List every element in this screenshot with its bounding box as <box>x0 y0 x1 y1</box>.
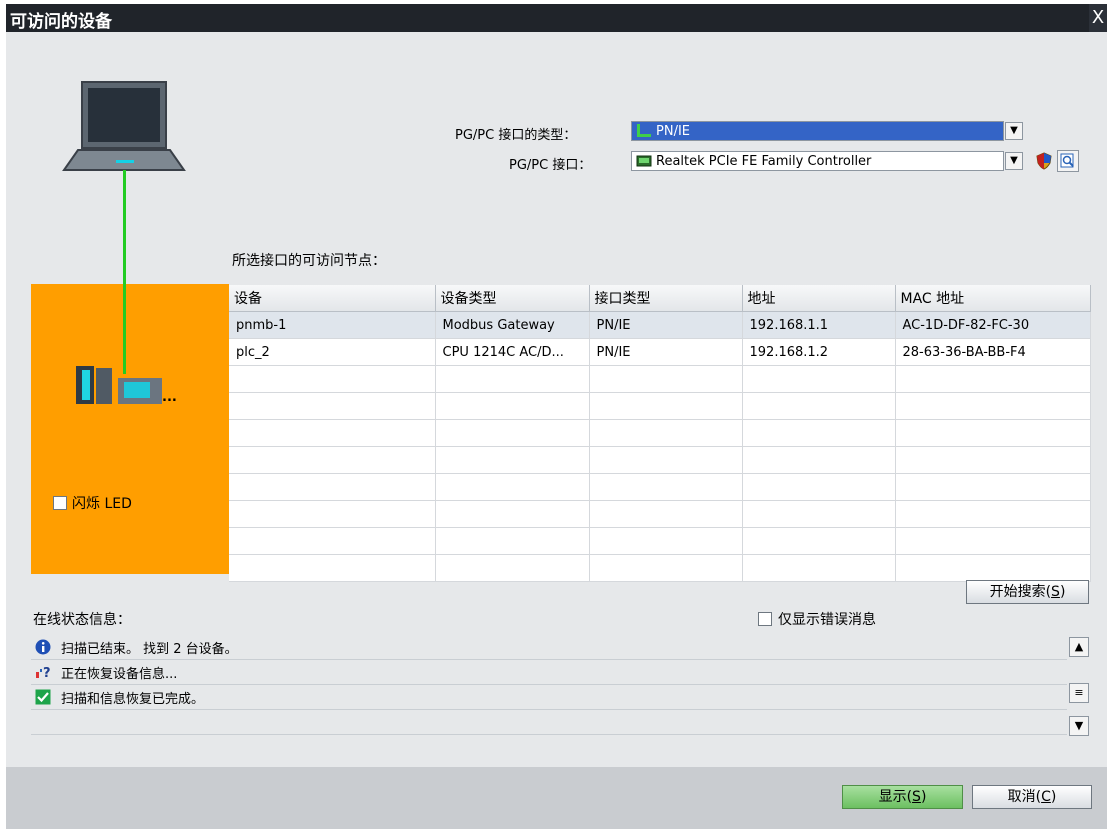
svg-text:?: ? <box>43 666 51 680</box>
interface-properties-button[interactable] <box>1057 150 1079 172</box>
device-table: 设备 设备类型 接口类型 地址 MAC 地址 pnmb-1 Modbus Gat… <box>229 285 1091 582</box>
column-header-device-type[interactable]: 设备类型 <box>435 285 590 312</box>
interface-type-label: PG/PC 接口的类型： <box>455 128 577 143</box>
title-bar[interactable]: 可访问的设备 X <box>6 4 1107 32</box>
start-search-mnemonic: S <box>1051 584 1060 600</box>
magnifier-icon <box>1060 153 1074 168</box>
flash-led-checkbox[interactable] <box>53 496 67 510</box>
only-errors-checkbox[interactable] <box>758 612 772 626</box>
cell-device-type: CPU 1214C AC/D... <box>435 338 590 366</box>
scroll-down-button[interactable]: ▼ <box>1069 716 1089 736</box>
scroll-up-button[interactable]: ▲ <box>1069 637 1089 657</box>
show-label: 显示( <box>878 789 913 805</box>
accessible-nodes-label: 所选接口的可访问节点： <box>232 253 386 269</box>
status-message-empty <box>31 710 1067 735</box>
start-search-label: 开始搜索( <box>989 584 1052 600</box>
cell-device: plc_2 <box>229 338 436 366</box>
column-header-device[interactable]: 设备 <box>229 285 436 312</box>
cancel-button[interactable]: 取消(C) <box>972 785 1092 809</box>
empty-row <box>229 500 1091 528</box>
interface-type-value: PN/IE <box>656 124 690 139</box>
show-tail: ) <box>920 789 927 805</box>
window-title: 可访问的设备 <box>10 12 112 32</box>
column-header-address[interactable]: 地址 <box>742 285 896 312</box>
dialog-window: 可访问的设备 X PG/PC 接口的类型： PN/IE ▼ PG/PC 接口： … <box>6 4 1107 829</box>
device-ellipsis: ... <box>162 390 177 405</box>
connection-line-lower <box>123 284 126 374</box>
interface-type-select[interactable]: PN/IE <box>631 121 1004 141</box>
cell-device: pnmb-1 <box>229 311 436 339</box>
column-header-interface-type[interactable]: 接口类型 <box>589 285 743 312</box>
cell-address: 192.168.1.2 <box>742 338 896 366</box>
close-button[interactable]: X <box>1089 4 1107 32</box>
network-card-icon <box>636 155 652 167</box>
table-header-row: 设备 设备类型 接口类型 地址 MAC 地址 <box>229 285 1091 312</box>
status-message: 扫描和信息恢复已完成。 <box>31 685 1067 710</box>
start-search-tail: ) <box>1059 584 1066 600</box>
empty-row <box>229 554 1091 582</box>
online-status-title: 在线状态信息： <box>33 612 131 628</box>
interface-select[interactable]: Realtek PCIe FE Family Controller <box>631 151 1004 171</box>
cell-device-type: Modbus Gateway <box>435 311 590 339</box>
empty-row <box>229 419 1091 447</box>
empty-row <box>229 527 1091 555</box>
cell-address: 192.168.1.1 <box>742 311 896 339</box>
table-row[interactable]: pnmb-1 Modbus Gateway PN/IE 192.168.1.1 … <box>229 311 1091 339</box>
cell-mac: AC-1D-DF-82-FC-30 <box>895 311 1091 339</box>
flash-led-label: 闪烁 LED <box>72 496 132 512</box>
interface-dropdown[interactable]: ▼ <box>1005 152 1023 170</box>
status-message-text: 正在恢复设备信息... <box>61 667 178 682</box>
cell-interface-type: PN/IE <box>589 311 743 339</box>
interface-label: PG/PC 接口： <box>509 158 592 173</box>
status-message: ? 正在恢复设备信息... <box>31 660 1067 685</box>
only-errors-label: 仅显示错误消息 <box>778 612 876 628</box>
empty-row <box>229 392 1091 420</box>
column-header-mac[interactable]: MAC 地址 <box>895 285 1091 312</box>
cell-interface-type: PN/IE <box>589 338 743 366</box>
shield-icon[interactable] <box>1034 151 1054 171</box>
show-button[interactable]: 显示(S) <box>842 785 963 809</box>
network-icon <box>637 124 651 137</box>
laptop-icon <box>62 81 186 171</box>
device-query-icon: ? <box>36 666 51 680</box>
status-message: 扫描已结束。 找到 2 台设备。 <box>31 635 1067 660</box>
empty-row <box>229 473 1091 501</box>
show-mnemonic: S <box>912 789 921 805</box>
table-row[interactable]: plc_2 CPU 1214C AC/D... PN/IE 192.168.1.… <box>229 338 1091 366</box>
cancel-label: 取消( <box>1007 789 1042 805</box>
status-message-text: 扫描和信息恢复已完成。 <box>61 692 205 707</box>
interface-value: Realtek PCIe FE Family Controller <box>656 154 872 169</box>
empty-row <box>229 365 1091 393</box>
cancel-tail: ) <box>1050 789 1057 805</box>
dialog-body: PG/PC 接口的类型： PN/IE ▼ PG/PC 接口： Realtek P… <box>6 34 1107 829</box>
scroll-thumb[interactable]: ≡ <box>1069 683 1089 703</box>
cell-mac: 28-63-36-BA-BB-F4 <box>895 338 1091 366</box>
status-message-text: 扫描已结束。 找到 2 台设备。 <box>61 642 238 657</box>
empty-row <box>229 446 1091 474</box>
device-panel <box>31 284 229 574</box>
cancel-mnemonic: C <box>1041 789 1051 805</box>
interface-type-dropdown[interactable]: ▼ <box>1005 122 1023 140</box>
info-icon <box>35 639 51 655</box>
success-check-icon <box>35 689 51 705</box>
start-search-button[interactable]: 开始搜索(S) <box>966 580 1089 604</box>
